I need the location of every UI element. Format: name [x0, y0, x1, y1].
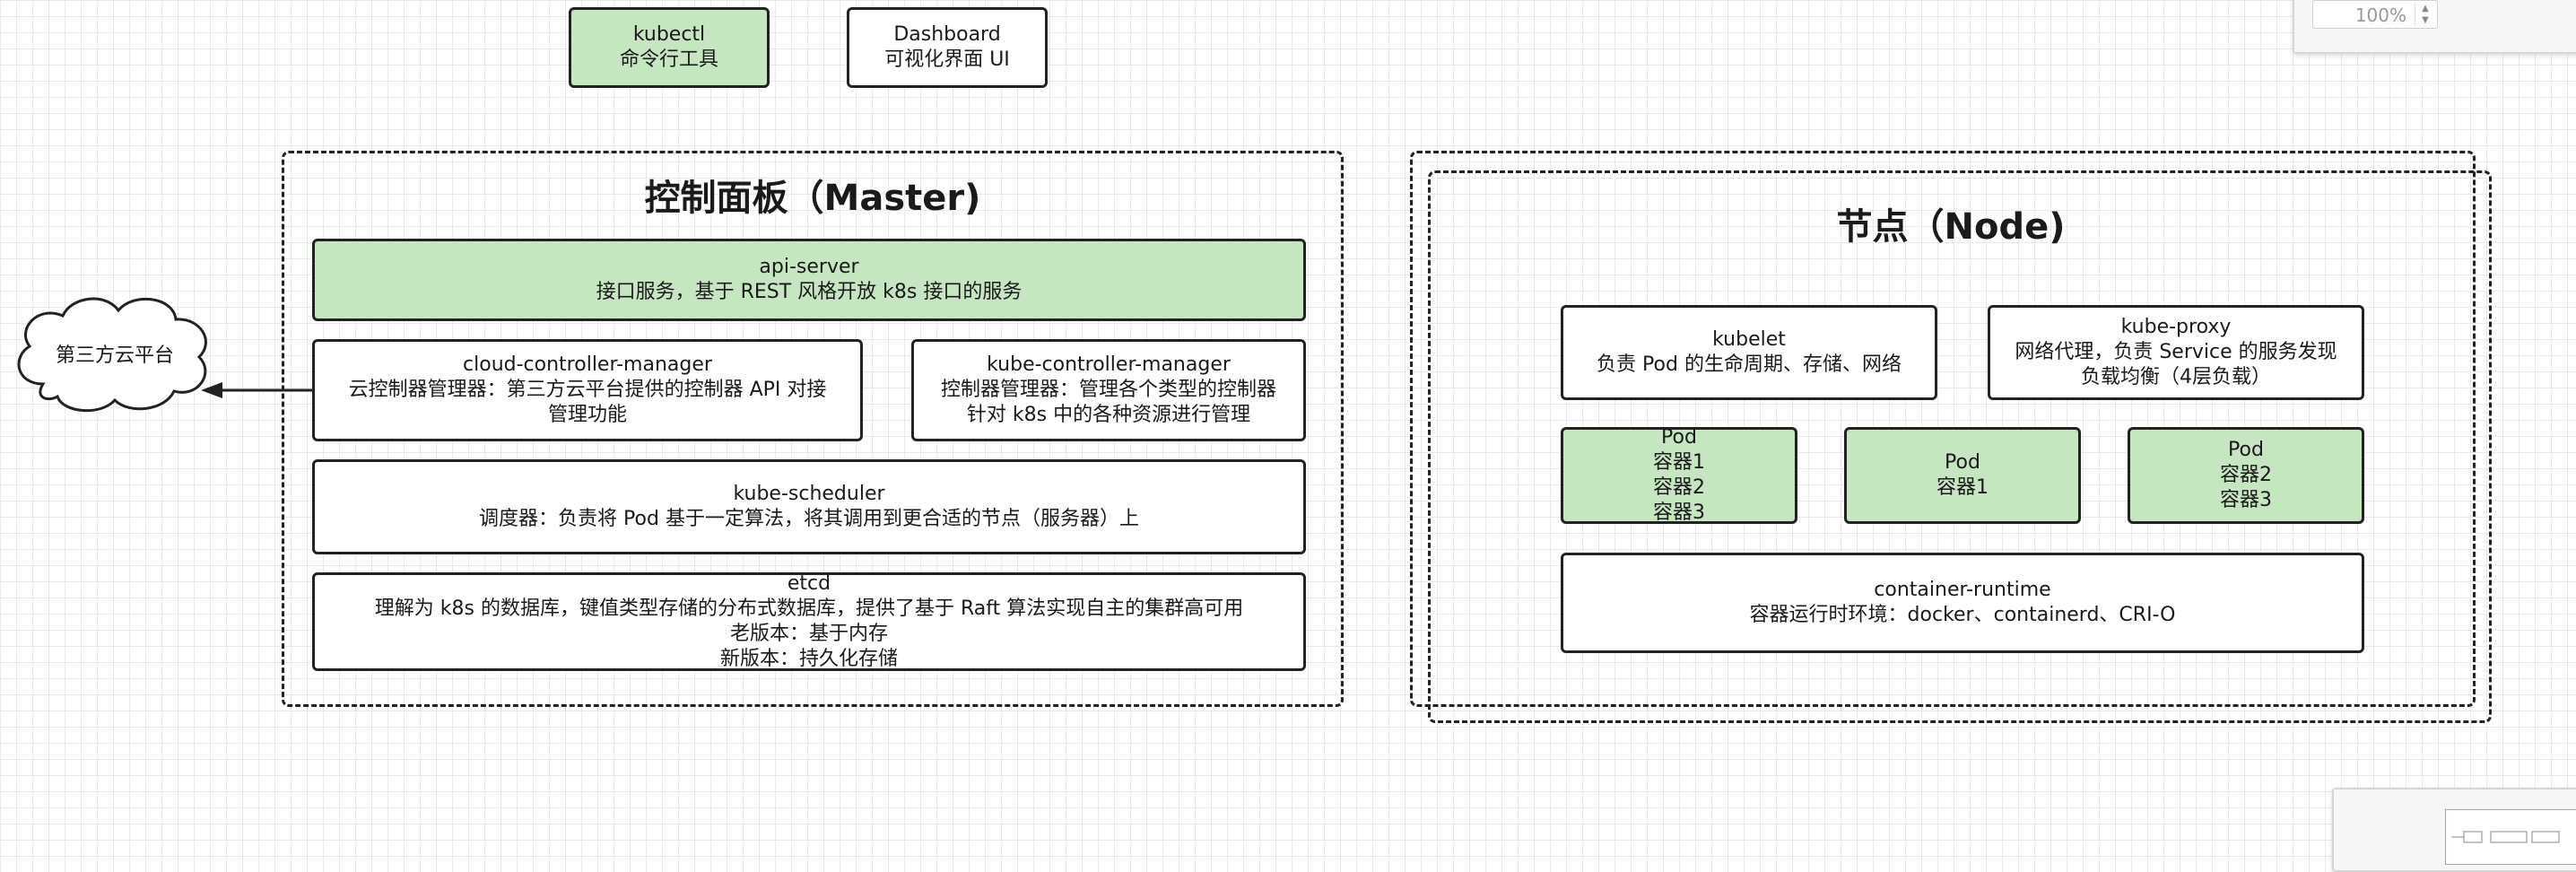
pod-box-1[interactable]: Pod 容器1 容器2 容器3 — [1561, 426, 1797, 526]
zoom-panel: 100% ▲ ▼ — [2293, 0, 2576, 54]
kube-proxy-desc-line2: 负载均衡（4层负载） — [2081, 366, 2271, 388]
node-title: 节点（Node) — [1836, 206, 2066, 248]
api-server-box[interactable]: api-server 接口服务，基于 REST 风格开放 k8s 接口的服务 — [312, 239, 1306, 321]
kubelet-box[interactable]: kubelet 负责 Pod 的生命周期、存储、网络 — [1561, 305, 1937, 400]
zoom-spinner-icon[interactable]: ▲ ▼ — [2415, 3, 2435, 26]
kcm-desc-line2: 针对 k8s 中的各种资源进行管理 — [966, 404, 1251, 426]
etcd-box[interactable]: etcd 理解为 k8s 的数据库，键值类型存储的分布式数据库，提供了基于 Ra… — [312, 572, 1306, 671]
pod-1-containers: 容器1 容器2 容器3 — [1653, 450, 1705, 526]
api-server-name: api-server — [759, 256, 859, 278]
pod-1-name: Pod — [1661, 426, 1697, 449]
outline-panel — [2332, 788, 2576, 872]
pod-1-container-1: 容器1 — [1653, 451, 1705, 474]
etcd-name: etcd — [787, 572, 831, 595]
pod-3-name: Pod — [2228, 439, 2264, 461]
cloud-arrow — [201, 382, 312, 398]
kcm-name: kube-controller-manager — [987, 353, 1231, 376]
kubectl-box[interactable]: kubectl 命令行工具 — [569, 7, 770, 88]
pod-box-3[interactable]: Pod 容器2 容器3 — [2128, 427, 2364, 524]
kube-scheduler-box[interactable]: kube-scheduler 调度器：负责将 Pod 基于一定算法，将其调用到更… — [312, 459, 1306, 554]
pod-1-container-2: 容器2 — [1653, 476, 1705, 499]
pod-3-container-3: 容器3 — [2220, 489, 2272, 511]
scheduler-name: kube-scheduler — [733, 483, 885, 505]
etcd-old-version: 老版本：基于内存 — [729, 623, 888, 645]
kube-proxy-desc-line1: 网络代理，负责 Service 的服务发现 — [2015, 341, 2337, 363]
scheduler-desc: 调度器：负责将 Pod 基于一定算法，将其调用到更合适的节点（服务器）上 — [479, 508, 1139, 530]
dashboard-box[interactable]: Dashboard 可视化界面 UI — [847, 7, 1048, 88]
master-title: 控制面板（Master) — [644, 178, 981, 219]
container-runtime-box[interactable]: container-runtime 容器运行时环境：docker、contain… — [1561, 553, 2364, 653]
cloud-label: 第三方云平台 — [55, 344, 174, 367]
ccm-desc-line2: 管理功能 — [547, 404, 627, 426]
ccm-desc-line1: 云控制器管理器：第三方云平台提供的控制器 API 对接 — [348, 379, 827, 401]
kube-proxy-name: kube-proxy — [2120, 316, 2232, 338]
etcd-desc-line2: 老版本：基于内存 新版本：持久化存储 — [720, 622, 898, 672]
kube-controller-manager-box[interactable]: kube-controller-manager 控制器管理器：管理各个类型的控制… — [911, 339, 1306, 441]
runtime-name: container-runtime — [1874, 579, 2051, 601]
api-server-desc: 接口服务，基于 REST 风格开放 k8s 接口的服务 — [596, 281, 1023, 303]
dashboard-name: Dashboard — [893, 23, 1001, 46]
pod-3-container-2: 容器2 — [2220, 464, 2272, 486]
kcm-desc-line1: 控制器管理器：管理各个类型的控制器 — [940, 379, 1276, 401]
zoom-value: 100% — [2354, 4, 2406, 26]
zoom-input[interactable]: 100% ▲ ▼ — [2312, 0, 2438, 29]
ccm-name: cloud-controller-manager — [463, 353, 712, 376]
etcd-new-version: 新版本：持久化存储 — [719, 648, 898, 670]
pod-box-2[interactable]: Pod 容器1 — [1844, 427, 2081, 524]
etcd-desc-line1: 理解为 k8s 的数据库，键值类型存储的分布式数据库，提供了基于 Raft 算法… — [374, 597, 1244, 620]
kubectl-desc: 命令行工具 — [619, 48, 718, 71]
kube-proxy-box[interactable]: kube-proxy 网络代理，负责 Service 的服务发现 负载均衡（4层… — [1988, 305, 2364, 400]
kubelet-name: kubelet — [1712, 328, 1786, 351]
outline-thumbnail-icon — [2451, 831, 2560, 843]
runtime-desc: 容器运行时环境：docker、containerd、CRI-O — [1749, 604, 2176, 626]
kubelet-desc: 负责 Pod 的生命周期、存储、网络 — [1597, 353, 1902, 376]
pod-3-containers: 容器2 容器3 — [2220, 463, 2272, 513]
pod-2-container-1: 容器1 — [1936, 476, 1989, 499]
kubectl-name: kubectl — [632, 23, 706, 46]
cloud-controller-manager-box[interactable]: cloud-controller-manager 云控制器管理器：第三方云平台提… — [312, 339, 863, 441]
dashboard-desc: 可视化界面 UI — [884, 48, 1010, 71]
outline-viewport[interactable] — [2445, 809, 2576, 865]
pod-1-container-3: 容器3 — [1653, 501, 1705, 524]
pod-2-name: Pod — [1945, 451, 1980, 474]
